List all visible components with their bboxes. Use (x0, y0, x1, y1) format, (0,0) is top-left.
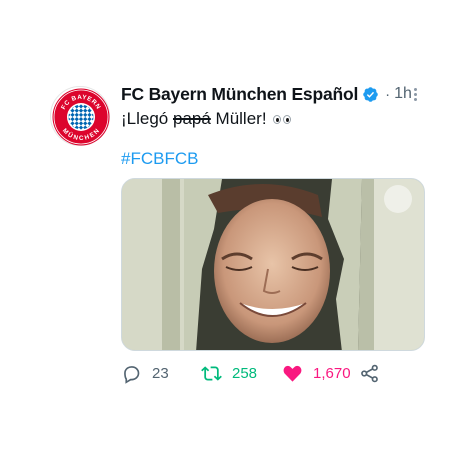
verified-badge-icon (363, 86, 378, 102)
retweet-count: 258 (232, 364, 258, 382)
tweet-image[interactable] (121, 178, 425, 351)
tweet-actions: 23 258 1,670 (121, 360, 411, 386)
heart-icon (283, 365, 302, 382)
tweet-header: FC Bayern München Español · 1h (121, 82, 441, 106)
avatar[interactable]: FC BAYERN MÜNCHEN (50, 86, 110, 146)
retweet-icon (201, 365, 222, 381)
share-icon (361, 364, 378, 382)
retweet-button[interactable]: 258 (201, 360, 257, 386)
tweet-text: ¡Llegó papá Müller! (121, 107, 421, 131)
reply-icon (124, 365, 140, 384)
tweet-text-strikethrough: papá (172, 109, 211, 128)
reply-button[interactable]: 23 (121, 360, 169, 386)
eyes-emoji-icon (272, 114, 291, 124)
more-options-icon[interactable] (404, 84, 426, 104)
tweet-text-prefix: ¡Llegó (121, 109, 173, 128)
reply-count: 23 (152, 364, 169, 382)
separator-dot: · (385, 85, 391, 103)
hashtag-link[interactable]: #FCBFCB (121, 149, 198, 171)
share-button[interactable] (359, 360, 380, 386)
tweet-text-suffix: Müller! (210, 109, 267, 128)
meme-photo (122, 179, 424, 350)
display-name[interactable]: FC Bayern München Español (121, 84, 358, 105)
fc-bayern-logo: FC BAYERN MÜNCHEN (52, 88, 110, 146)
like-count: 1,670 (313, 364, 351, 382)
like-button[interactable]: 1,670 (282, 360, 351, 386)
